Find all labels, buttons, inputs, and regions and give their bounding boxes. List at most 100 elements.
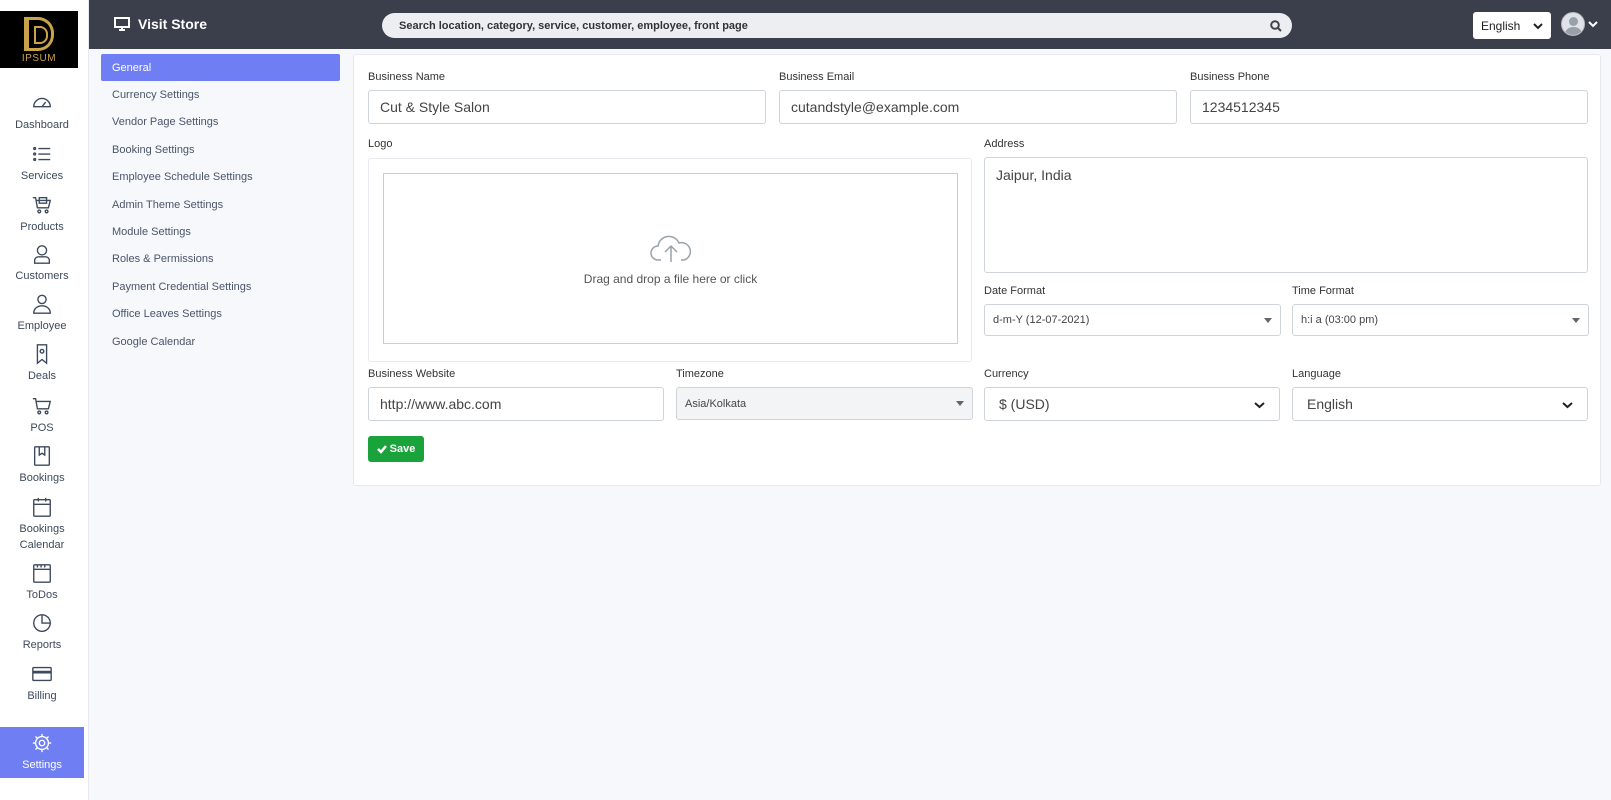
sidebar-item-deals[interactable]: Deals: [0, 343, 84, 384]
user-menu[interactable]: [1561, 12, 1598, 36]
timezone-label: Timezone: [676, 368, 724, 380]
timezone-select[interactable]: Asia/Kolkata: [676, 387, 973, 420]
sidebar-item-label: Bookings Calendar: [19, 523, 65, 551]
business-phone-input[interactable]: [1190, 90, 1588, 124]
address-label: Address: [984, 138, 1025, 150]
language-select[interactable]: English: [1473, 12, 1551, 39]
time-format-label: Time Format: [1292, 285, 1354, 297]
main-sidebar: IPSUM Dashboard Services Products Custom…: [0, 0, 89, 800]
submenu-item-module-settings[interactable]: Module Settings: [101, 218, 340, 245]
submenu-item-employee-schedule-settings[interactable]: Employee Schedule Settings: [101, 164, 340, 191]
submenu-item-office-leaves-settings[interactable]: Office Leaves Settings: [101, 301, 340, 328]
settings-submenu: General Currency Settings Vendor Page Se…: [101, 54, 340, 355]
business-phone-label: Business Phone: [1190, 71, 1270, 83]
submenu-item-vendor-page-settings[interactable]: Vendor Page Settings: [101, 109, 340, 136]
sidebar-item-billing[interactable]: Billing: [0, 663, 84, 704]
business-email-input[interactable]: [779, 90, 1177, 124]
submenu-item-payment-credential-settings[interactable]: Payment Credential Settings: [101, 273, 340, 300]
dashboard-icon: [33, 97, 51, 108]
brand-logo[interactable]: IPSUM: [0, 11, 78, 68]
currency-label: Currency: [984, 368, 1029, 380]
sidebar-item-products[interactable]: Products: [0, 194, 84, 235]
sidebar-item-label: Customers: [15, 270, 69, 282]
visit-store-link[interactable]: Visit Store: [114, 16, 207, 32]
credit-card-icon: [32, 666, 52, 682]
sidebar-item-settings[interactable]: Settings: [0, 727, 84, 778]
caret-down-icon: [1264, 317, 1272, 323]
time-format-value: h:i a (03:00 pm): [1301, 314, 1379, 326]
sidebar-item-employee[interactable]: Employee: [0, 293, 84, 334]
cart-icon: [32, 397, 52, 415]
logo-label: Logo: [368, 138, 393, 150]
bookmark-book-icon: [33, 446, 51, 466]
sidebar-item-label: Billing: [27, 690, 57, 702]
caret-down-icon: [1572, 317, 1580, 323]
timezone-value: Asia/Kolkata: [685, 397, 747, 410]
sidebar-item-services[interactable]: Services: [0, 143, 84, 184]
search-icon[interactable]: [1270, 19, 1282, 32]
general-settings-card: Business Name Business Email Business Ph…: [353, 54, 1601, 486]
sidebar-item-label: POS: [30, 422, 54, 434]
save-button[interactable]: Save: [368, 436, 424, 462]
sidebar-item-bookings[interactable]: Bookings: [0, 445, 84, 486]
logo-text: IPSUM: [21, 53, 57, 64]
time-format-select[interactable]: h:i a (03:00 pm): [1292, 304, 1589, 336]
language-field-select[interactable]: English: [1292, 387, 1588, 421]
sidebar-item-label: Reports: [22, 639, 62, 651]
sidebar-item-customers[interactable]: Customers: [0, 243, 84, 284]
business-email-label: Business Email: [779, 71, 855, 83]
submenu-item-general[interactable]: General: [101, 54, 340, 82]
sidebar-item-label: Dashboard: [15, 119, 69, 131]
search-input[interactable]: [399, 19, 1270, 32]
date-format-select[interactable]: d-m-Y (12-07-2021): [984, 304, 1281, 336]
sidebar-item-label: Employee: [17, 320, 67, 332]
sidebar-item-label: ToDos: [26, 589, 58, 601]
date-format-value: d-m-Y (12-07-2021): [993, 314, 1090, 326]
visit-store-label: Visit Store: [138, 16, 207, 32]
gear-icon: [32, 733, 52, 753]
submenu-item-roles-permissions[interactable]: Roles & Permissions: [101, 246, 340, 273]
address-textarea[interactable]: Jaipur, India: [984, 157, 1588, 273]
todo-icon: [33, 564, 51, 583]
chevron-down-icon: [1562, 396, 1573, 412]
check-icon: [376, 445, 387, 454]
user-icon: [33, 245, 51, 264]
chevron-down-icon: [1533, 22, 1543, 29]
sidebar-item-label: Bookings: [19, 472, 65, 484]
submenu-item-admin-theme-settings[interactable]: Admin Theme Settings: [101, 191, 340, 218]
sidebar-item-todos[interactable]: ToDos: [0, 562, 84, 603]
list-icon: [33, 146, 51, 162]
sidebar-item-label: Products: [20, 221, 64, 233]
caret-down-icon: [956, 401, 964, 406]
business-name-label: Business Name: [368, 71, 446, 83]
currency-select[interactable]: $ (USD): [984, 387, 1280, 421]
save-button-label: Save: [389, 443, 416, 455]
tag-icon: [36, 344, 48, 365]
submenu-item-booking-settings[interactable]: Booking Settings: [101, 136, 340, 163]
business-website-input[interactable]: [368, 387, 664, 421]
submenu-item-currency-settings[interactable]: Currency Settings: [101, 81, 340, 108]
language-select-value: English: [1481, 18, 1521, 33]
employee-icon: [33, 294, 51, 314]
sidebar-item-reports[interactable]: Reports: [0, 612, 84, 653]
business-website-label: Business Website: [368, 368, 456, 380]
business-name-input[interactable]: [368, 90, 766, 124]
submenu-item-google-calendar[interactable]: Google Calendar: [101, 328, 340, 355]
sidebar-item-bookings-calendar[interactable]: Bookings Calendar: [0, 496, 84, 553]
cloud-upload-icon: [649, 235, 691, 262]
language-label: Language: [1292, 368, 1341, 380]
sidebar-item-dashboard[interactable]: Dashboard: [0, 92, 84, 133]
currency-value: $ (USD): [999, 396, 1050, 412]
chevron-down-icon: [1588, 21, 1598, 28]
monitor-icon: [114, 17, 130, 31]
logo-upload-panel: Drag and drop a file here or click: [368, 158, 972, 362]
dropzone-text: Drag and drop a file here or click: [583, 271, 758, 286]
date-format-label: Date Format: [984, 285, 1046, 297]
chevron-down-icon: [1254, 396, 1265, 412]
sidebar-item-pos[interactable]: POS: [0, 395, 84, 436]
logo-dropzone[interactable]: Drag and drop a file here or click: [383, 173, 958, 344]
calendar-icon: [33, 497, 51, 517]
sidebar-item-label: Settings: [22, 759, 62, 771]
language-field-value: English: [1307, 396, 1353, 412]
logo-mark: [24, 17, 54, 51]
